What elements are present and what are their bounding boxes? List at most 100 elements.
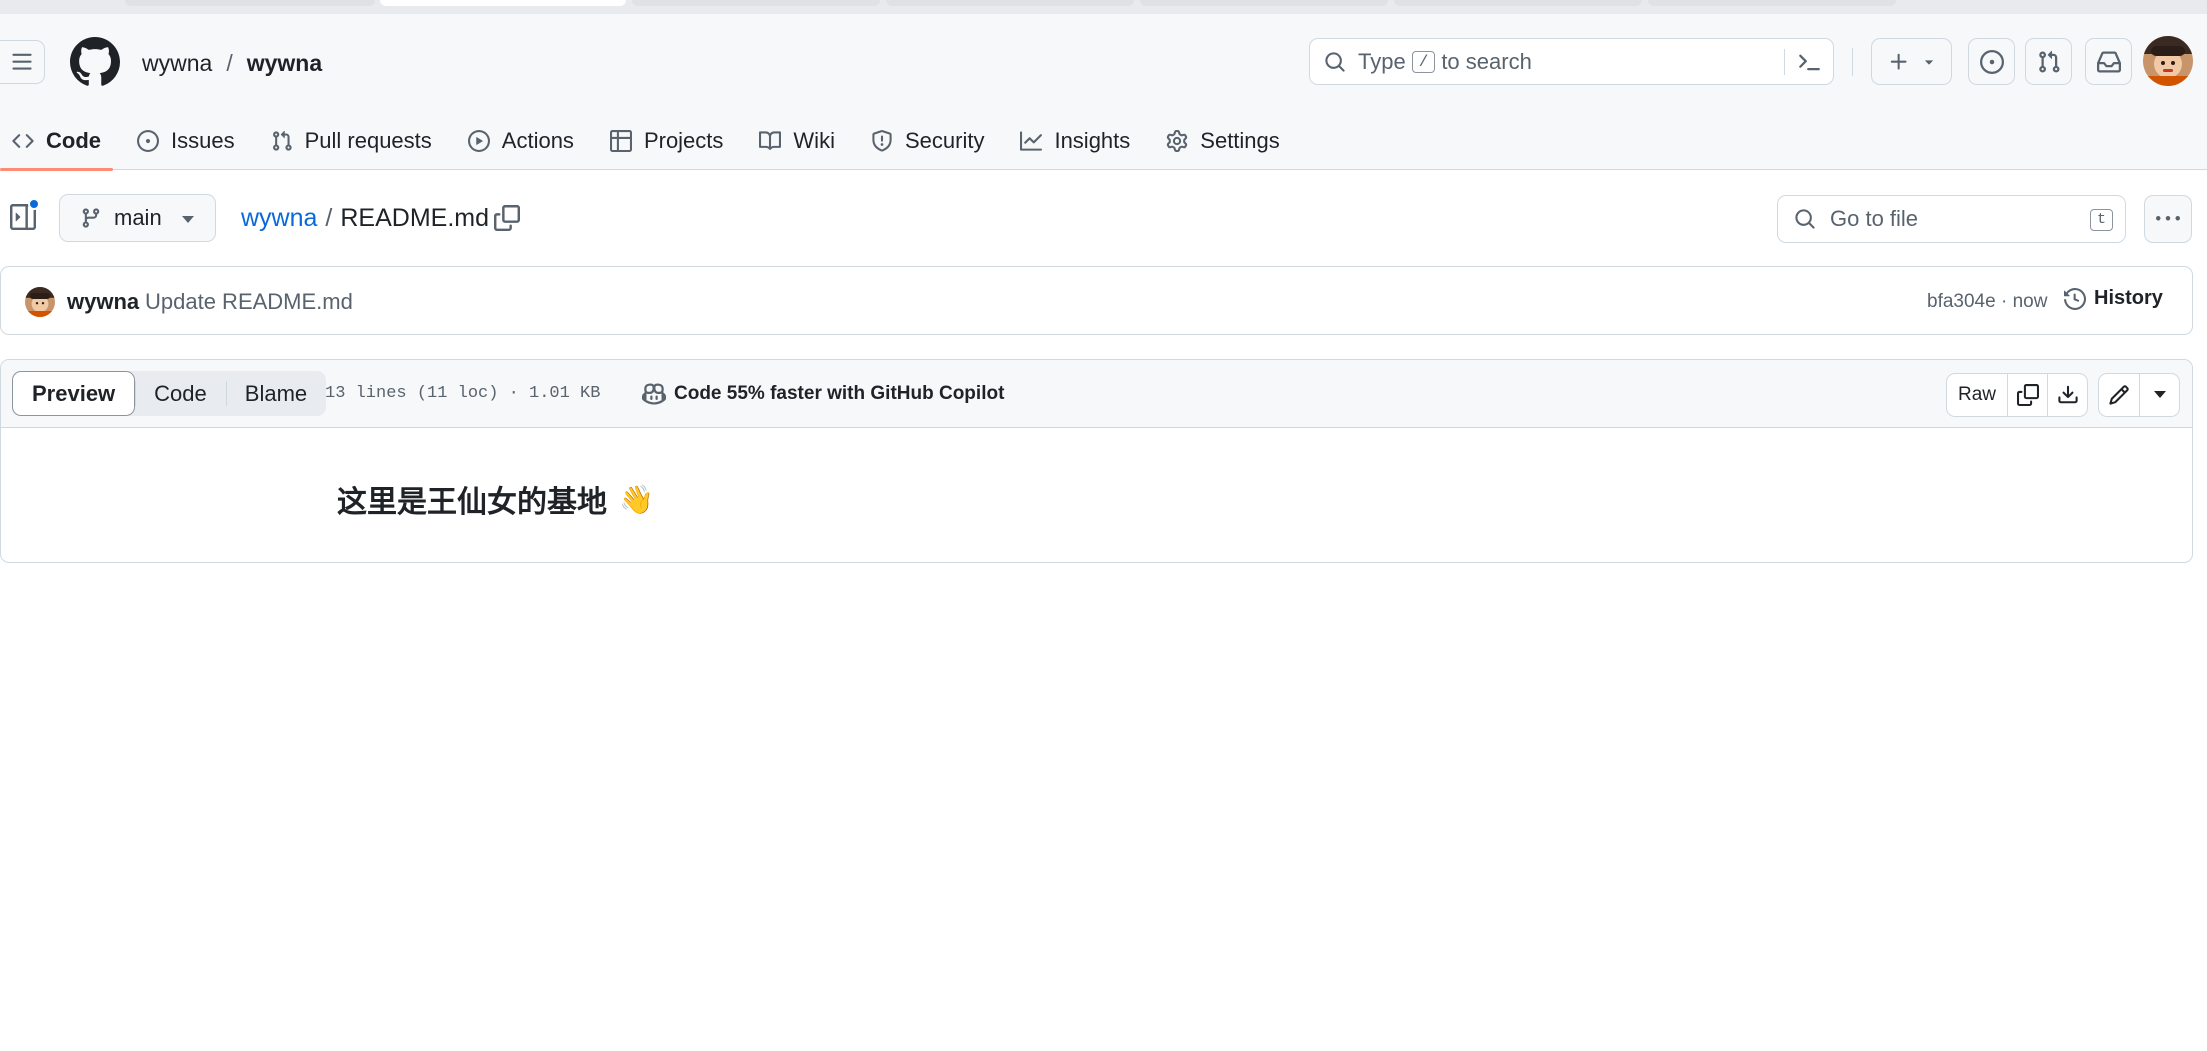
commit-message-link[interactable]: Update README.md	[145, 289, 353, 315]
readme-heading: 这里是王仙女的基地 👋	[337, 477, 654, 521]
tab-projects[interactable]: Projects	[598, 112, 735, 170]
search-shortcut-key: /	[1411, 50, 1436, 73]
tab-label: Projects	[643, 128, 724, 153]
gear-icon	[1166, 130, 1188, 152]
tab-insights[interactable]: Insights	[1008, 112, 1142, 170]
issue-opened-icon	[137, 130, 159, 152]
tab-label: Code	[46, 128, 101, 153]
file-breadcrumb: wywna / README.md	[241, 204, 489, 233]
pull-requests-button[interactable]	[2025, 38, 2072, 85]
tab-label: Settings	[1200, 128, 1280, 153]
branch-selector-button[interactable]: main	[59, 194, 216, 242]
table-icon	[609, 130, 632, 152]
file-actions-group: Raw	[1946, 373, 2088, 417]
graph-icon	[1020, 130, 1043, 152]
context-owner-link[interactable]: wywna	[142, 50, 212, 77]
history-button[interactable]: History	[2064, 287, 2163, 310]
tab-label: Pull requests	[304, 128, 432, 153]
notifications-button[interactable]	[2085, 38, 2132, 85]
browser-tab-active[interactable]	[380, 0, 626, 6]
waving-hand-emoji: 👋	[619, 482, 654, 516]
triangle-down-icon	[1922, 55, 1936, 69]
menu-button[interactable]	[0, 40, 45, 84]
browser-tab[interactable]	[1394, 0, 1642, 6]
blame-tab[interactable]: Blame	[225, 371, 326, 416]
browser-tab[interactable]	[1648, 0, 1896, 6]
copilot-promo-text: Code 55% faster with GitHub Copilot	[674, 383, 1005, 404]
tab-pull-requests[interactable]: Pull requests	[259, 112, 444, 170]
branch-name: main	[114, 205, 162, 230]
repo-nav: Code Issues Pull requests Actions Projec…	[0, 112, 1304, 171]
context-separator: /	[226, 50, 233, 76]
search-placeholder: Type / to search	[1358, 49, 1532, 75]
git-pull-request-icon	[271, 130, 293, 152]
file-header-bar: main wywna / README.md Go to file t	[0, 192, 2207, 248]
download-button[interactable]	[2047, 374, 2087, 416]
user-avatar[interactable]	[2143, 36, 2193, 86]
global-search-input[interactable]: Type / to search	[1309, 38, 1834, 85]
search-placeholder-suffix: to search	[1441, 48, 1532, 74]
context-repo-link[interactable]: wywna	[247, 50, 322, 77]
notification-dot	[28, 198, 40, 210]
copy-icon	[494, 205, 520, 231]
commit-author-link[interactable]: wywna	[67, 289, 139, 315]
latest-commit-bar: wywna Update README.md bfa304e · now His…	[0, 266, 2193, 335]
tab-security[interactable]: Security	[859, 112, 996, 170]
copilot-icon	[642, 382, 666, 406]
tab-label: Issues	[171, 128, 235, 153]
tab-label: Security	[904, 128, 985, 153]
tab-actions[interactable]: Actions	[456, 112, 586, 170]
copy-raw-button[interactable]	[2007, 374, 2047, 416]
breadcrumb-separator: /	[325, 204, 333, 232]
tab-wiki[interactable]: Wiki	[747, 112, 847, 170]
tab-settings[interactable]: Settings	[1154, 112, 1292, 170]
file-viewer-header: Preview Code Blame 13 lines (11 loc) · 1…	[1, 360, 2192, 428]
search-icon	[1794, 208, 1816, 230]
file-viewer: Preview Code Blame 13 lines (11 loc) · 1…	[0, 359, 2193, 563]
breadcrumb-file-name: README.md	[340, 204, 490, 232]
search-icon	[1324, 51, 1346, 73]
header-divider	[1852, 48, 1853, 76]
readme-content: 这里是王仙女的基地 👋	[337, 477, 654, 521]
shield-icon	[871, 130, 893, 152]
download-icon	[2057, 384, 2079, 406]
more-options-button[interactable]	[2144, 195, 2192, 243]
preview-tab[interactable]: Preview	[12, 371, 136, 416]
raw-button[interactable]: Raw	[1947, 374, 2007, 416]
edit-actions-group	[2098, 373, 2180, 417]
tab-code[interactable]: Code	[0, 112, 113, 171]
search-placeholder-prefix: Type	[1358, 48, 1406, 74]
go-to-file-input[interactable]: Go to file t	[1777, 195, 2126, 243]
copy-icon	[2016, 384, 2039, 406]
browser-tab[interactable]	[125, 0, 375, 6]
copilot-promo-link[interactable]: Code 55% faster with GitHub Copilot	[642, 382, 1004, 406]
browser-tab[interactable]	[886, 0, 1134, 6]
command-palette-icon[interactable]	[1797, 50, 1821, 74]
go-to-file-placeholder: Go to file	[1830, 206, 1919, 231]
create-new-button[interactable]	[1871, 38, 1952, 85]
browser-tab-strip	[0, 0, 2207, 14]
github-logo-icon[interactable]	[70, 37, 120, 87]
commit-sha-time[interactable]: bfa304e · now	[1927, 291, 2047, 313]
repo-header: wywna / wywna Type / to search Code Issu…	[0, 14, 2207, 171]
copy-path-button[interactable]	[494, 205, 520, 231]
edit-file-button[interactable]	[2099, 374, 2139, 416]
tab-label: Actions	[501, 128, 574, 153]
commit-author-avatar[interactable]	[25, 287, 55, 317]
kebab-horizontal-icon	[2156, 207, 2180, 231]
edit-options-button[interactable]	[2139, 374, 2179, 416]
side-panel-toggle-button[interactable]	[10, 198, 40, 230]
triangle-down-icon	[181, 215, 195, 225]
play-icon	[467, 130, 490, 152]
code-tab[interactable]: Code	[135, 371, 226, 416]
go-to-file-shortcut: t	[2089, 209, 2113, 231]
context-breadcrumb: wywna / wywna	[142, 50, 322, 77]
git-pull-request-icon	[2037, 50, 2061, 74]
search-divider	[1784, 49, 1785, 75]
pencil-icon	[2108, 384, 2130, 406]
browser-tab[interactable]	[1140, 0, 1388, 6]
issues-button[interactable]	[1968, 38, 2015, 85]
tab-issues[interactable]: Issues	[125, 112, 247, 170]
breadcrumb-repo-link[interactable]: wywna	[241, 204, 317, 233]
browser-tab[interactable]	[632, 0, 880, 6]
